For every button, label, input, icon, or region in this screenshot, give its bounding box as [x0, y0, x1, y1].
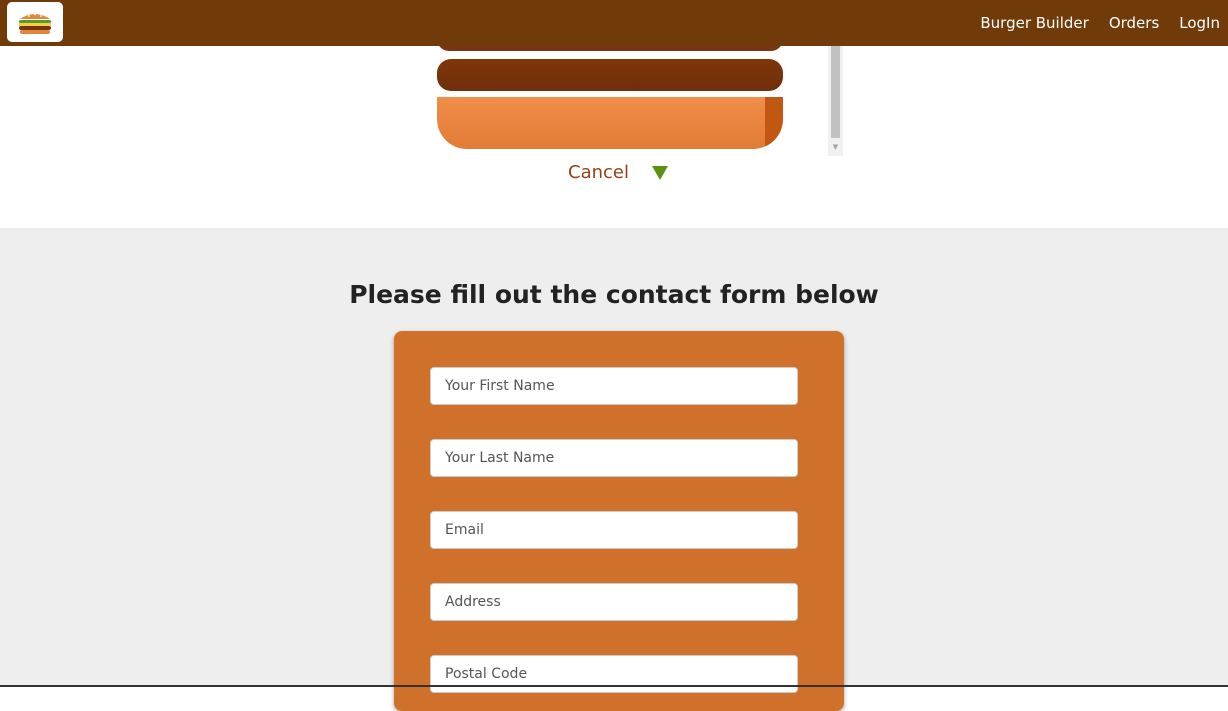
toolbar: Burger Builder Orders LogIn [0, 0, 1228, 46]
main-nav: Burger Builder Orders LogIn [980, 0, 1228, 46]
scrollbar[interactable]: ▼ [828, 46, 843, 156]
contact-data-section: Please fill out the contact form below [0, 228, 1228, 711]
scrollbar-thumb[interactable] [831, 46, 840, 138]
last-name-input[interactable] [430, 439, 798, 477]
postal-code-input[interactable] [430, 655, 798, 693]
address-input[interactable] [430, 583, 798, 621]
logo[interactable] [7, 2, 63, 42]
nav-item-burger-builder[interactable]: Burger Builder [980, 14, 1088, 32]
bread-bottom [437, 97, 783, 149]
first-name-input[interactable] [430, 367, 798, 405]
form-title: Please fill out the contact form below [349, 280, 879, 309]
scroll-down-icon[interactable]: ▼ [828, 140, 843, 154]
cancel-button[interactable]: Cancel [558, 162, 639, 183]
meat-layer [437, 59, 783, 91]
nav-item-login[interactable]: LogIn [1179, 14, 1220, 32]
contact-form [394, 331, 844, 711]
triangle-down-icon[interactable] [652, 166, 668, 180]
bread-bottom-shade [765, 97, 783, 149]
burger-preview: ▼ Cancel [0, 36, 1228, 228]
burger-logo-icon [19, 13, 51, 34]
email-input[interactable] [430, 511, 798, 549]
nav-item-orders[interactable]: Orders [1109, 14, 1159, 32]
